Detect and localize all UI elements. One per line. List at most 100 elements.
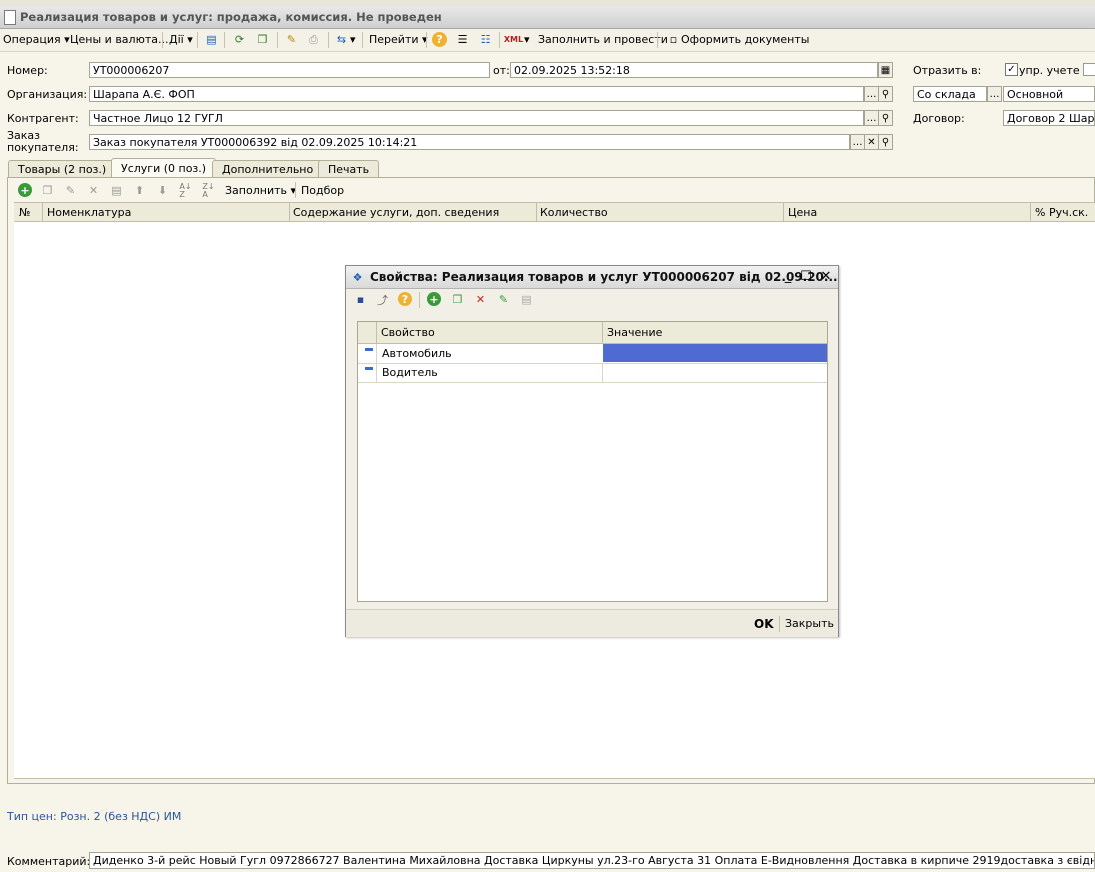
col-service-content[interactable]: Содержание услуги, доп. сведения xyxy=(293,206,499,219)
tree-icon[interactable]: ☷ xyxy=(478,32,493,47)
contract-field[interactable]: Договор 2 Шарапа xyxy=(1003,110,1095,126)
property-value-cell[interactable] xyxy=(603,344,827,362)
comment-label: Комментарий: xyxy=(7,855,91,868)
price-type-link[interactable]: Тип цен: Розн. 2 (без НДС) ИМ xyxy=(7,810,181,823)
tab-additional[interactable]: Дополнительно xyxy=(212,160,324,177)
dialog-toolbar: ▪ ⤴ ? + ❐ ✕ ✎ ▤ xyxy=(346,289,838,311)
order-clear-button[interactable]: ✕ xyxy=(864,134,879,150)
goto-menu[interactable]: Перейти ▾ xyxy=(369,33,428,46)
tax-checkbox[interactable] xyxy=(1083,63,1095,76)
col-manual-discount[interactable]: % Руч.ск. xyxy=(1035,206,1088,219)
fill-menu[interactable]: Заполнить ▾ xyxy=(225,184,296,197)
col-value[interactable]: Значение xyxy=(607,326,662,339)
col-number[interactable]: № xyxy=(19,206,30,219)
xml-icon[interactable]: XML xyxy=(504,32,523,47)
tab-print[interactable]: Печать xyxy=(318,160,380,177)
operation-menu[interactable]: Операция ▾ xyxy=(3,33,70,46)
refresh-icon[interactable]: ⟳ xyxy=(232,32,247,47)
actions-menu[interactable]: Дії ▾ xyxy=(169,33,193,46)
edit-row-icon[interactable]: ✎ xyxy=(63,183,78,198)
date-field[interactable]: 02.09.2025 13:52:18 xyxy=(510,62,878,78)
move-up-icon[interactable]: ⬆ xyxy=(132,183,147,198)
mgmt-label: упр. учете xyxy=(1019,64,1080,77)
xml-dropdown[interactable]: ▾ xyxy=(524,33,530,46)
toolbar-separator xyxy=(779,616,780,632)
toolbar-separator xyxy=(426,32,427,48)
col-price[interactable]: Цена xyxy=(788,206,817,219)
print-icon[interactable]: ⎙ xyxy=(306,32,321,47)
end-edit-icon[interactable]: ▤ xyxy=(109,183,124,198)
order-open-button[interactable]: ⚲ xyxy=(878,134,893,150)
fill-and-post-button[interactable]: Заполнить и провести xyxy=(538,33,668,46)
add-icon[interactable]: + xyxy=(427,292,441,306)
comment-field[interactable]: Диденко 3-й рейс Новый Гугл 0972866727 В… xyxy=(89,852,1095,869)
org-open-button[interactable]: ⚲ xyxy=(878,86,893,102)
help-icon[interactable]: ? xyxy=(398,292,412,306)
warehouse-mode-button[interactable]: … xyxy=(987,86,1002,102)
org-select-button[interactable]: … xyxy=(864,86,879,102)
number-field[interactable]: УТ000006207 xyxy=(89,62,490,78)
order-label: Заказ покупателя: xyxy=(7,129,79,154)
copy-row-icon[interactable]: ❐ xyxy=(40,183,55,198)
prices-button[interactable]: Цены и валюта... xyxy=(70,33,168,46)
table-row[interactable]: Водитель xyxy=(358,363,827,383)
column-separator xyxy=(42,203,43,222)
column-separator xyxy=(602,363,603,382)
close-icon[interactable]: ✕ xyxy=(819,269,833,284)
list-icon[interactable]: ☰ xyxy=(455,32,470,47)
properties-grid: Свойство Значение Автомобиль Водитель xyxy=(357,321,828,602)
table-row[interactable]: Автомобиль xyxy=(358,344,827,364)
column-separator xyxy=(783,203,784,222)
tab-services[interactable]: Услуги (0 поз.) xyxy=(111,158,217,178)
edit-icon[interactable]: ✎ xyxy=(496,292,511,307)
copy-icon[interactable]: ❐ xyxy=(450,292,465,307)
structure-icon[interactable]: ⇆ xyxy=(334,32,349,47)
col-nomenclature[interactable]: Номенклатура xyxy=(47,206,131,219)
sort-asc-icon[interactable]: A↓ Z xyxy=(178,182,193,198)
col-property[interactable]: Свойство xyxy=(381,326,435,339)
properties-icon: ❖ xyxy=(352,271,363,284)
counterparty-open-button[interactable]: ⚲ xyxy=(878,110,893,126)
mgmt-checkbox[interactable]: ✓ xyxy=(1005,63,1018,76)
column-separator xyxy=(376,363,377,382)
end-edit-icon[interactable]: ▤ xyxy=(519,292,534,307)
structure-dropdown[interactable]: ▾ xyxy=(350,33,356,46)
dialog-footer: OK Закрыть xyxy=(346,609,838,637)
save-icon[interactable]: ▪ xyxy=(353,292,368,307)
counterparty-select-button[interactable]: … xyxy=(864,110,879,126)
delete-icon[interactable]: ✕ xyxy=(473,292,488,307)
number-label: Номер: xyxy=(7,64,48,77)
properties-grid-header: Свойство Значение xyxy=(358,322,827,344)
sort-desc-icon[interactable]: Z↓ A xyxy=(201,182,216,198)
order-select-button[interactable]: … xyxy=(850,134,865,150)
toolbar-separator xyxy=(328,32,329,48)
delete-row-icon[interactable]: ✕ xyxy=(86,183,101,198)
counterparty-field[interactable]: Частное Лицо 12 ГУГЛ xyxy=(89,110,864,126)
close-button[interactable]: Закрыть xyxy=(785,617,834,630)
make-docs-button[interactable]: Оформить документы xyxy=(681,33,809,46)
edit-doc-icon[interactable]: ✎ xyxy=(284,32,299,47)
toolbar-separator xyxy=(162,32,163,48)
pick-button[interactable]: Подбор xyxy=(301,184,344,197)
calendar-button[interactable]: ▦ xyxy=(878,62,893,78)
dialog-titlebar: ❖ Свойства: Реализация товаров и услуг У… xyxy=(346,266,838,289)
warehouse-field[interactable]: Основной xyxy=(1003,86,1095,102)
maximize-icon[interactable]: ☐ xyxy=(799,269,813,284)
warehouse-mode-field[interactable]: Со склада xyxy=(913,86,987,102)
col-quantity[interactable]: Количество xyxy=(540,206,608,219)
move-down-icon[interactable]: ⬇ xyxy=(155,183,170,198)
order-field[interactable]: Заказ покупателя УТ000006392 від 02.09.2… xyxy=(89,134,850,150)
minimize-icon[interactable]: _ xyxy=(781,269,795,284)
column-separator xyxy=(602,322,603,343)
post-close-icon[interactable]: ▤ xyxy=(204,32,219,47)
copy-doc-icon[interactable]: ❐ xyxy=(255,32,270,47)
ok-button[interactable]: OK xyxy=(754,617,774,631)
org-field[interactable]: Шарапа А.Є. ФОП xyxy=(89,86,864,102)
add-row-icon[interactable]: + xyxy=(18,183,32,197)
document-icon xyxy=(4,10,16,25)
column-separator xyxy=(1030,203,1031,222)
help-icon[interactable]: ? xyxy=(432,32,447,47)
counterparty-label: Контрагент: xyxy=(7,112,79,125)
reread-icon[interactable]: ⤴ xyxy=(375,292,390,307)
tab-goods[interactable]: Товары (2 поз.) xyxy=(8,160,117,177)
